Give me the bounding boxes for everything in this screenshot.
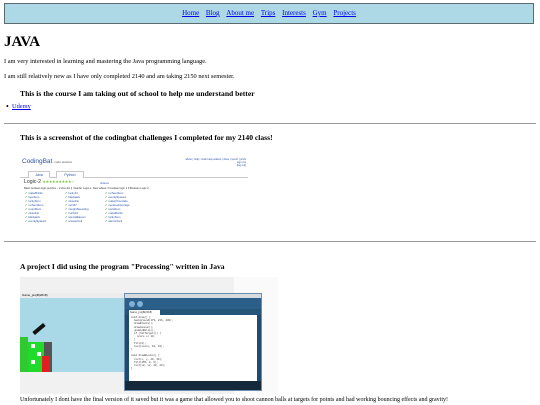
intro-paragraph: I am very interested in learning and mas… (4, 58, 207, 65)
stop-icon[interactable] (137, 300, 143, 307)
tab-python: Python (56, 171, 84, 178)
run-icon[interactable] (129, 300, 135, 307)
codingbat-tabs: Java Python (20, 170, 248, 178)
ide-console (125, 381, 261, 390)
level-stars: ★★★★★★★★★☆ (42, 179, 75, 184)
codingbat-screenshot: CodingBat code practice about | help | co… (20, 157, 248, 239)
divider (4, 123, 536, 124)
cannon-icon (32, 322, 46, 336)
nav-blog-link[interactable]: Blog (206, 9, 220, 17)
nav-interests-link[interactable]: Interests (282, 9, 306, 17)
processing-ide-window: Game_projB(2018) void draw() { backgroun… (124, 293, 262, 391)
problem-grid: makeBrickslucky13noTeenSumloneSumblackja… (25, 191, 145, 223)
intro-paragraph-2: I am still relatively new as I have only… (4, 73, 235, 80)
level-heading: Logic-2 ★★★★★★★★★☆ (24, 179, 75, 185)
ide-toolbar (125, 298, 261, 309)
problem-link: alarmClock (105, 219, 145, 223)
problem-link: answerCell (65, 219, 105, 223)
course-heading: This is the course I am taking out of sc… (20, 89, 255, 98)
problem-link: evenlySpaced (25, 219, 65, 223)
project-caption: Unfortunately I dont have the final vers… (20, 397, 449, 403)
top-navigation: Home Blog About me Trips Interests Gym P… (4, 3, 534, 24)
divider (4, 241, 536, 242)
code-editor[interactable]: void draw() { background(173, 216, 230);… (129, 315, 257, 381)
nav-gym-link[interactable]: Gym (313, 9, 327, 17)
processing-heading: A project I did using the program "Proce… (20, 262, 225, 271)
target-block (31, 344, 35, 348)
target-block (37, 352, 41, 356)
codingbat-top-links: about | help | code help+videos | done |… (185, 158, 246, 168)
level-description: Basic boolean logic puzzles -- if else &… (24, 187, 149, 190)
done-link: chance (100, 181, 110, 185)
nav-trips-link[interactable]: Trips (261, 9, 276, 17)
red-block (42, 356, 50, 372)
nav-home-link[interactable]: Home (182, 9, 199, 17)
processing-screenshot: Game_projB(2018) Points: 10 Game_projB(2… (20, 277, 278, 394)
page-title: JAVA (4, 34, 41, 50)
green-block (20, 337, 28, 372)
codingbat-logo: CodingBat code practice (22, 158, 73, 165)
sketch-code: void draw() { background(173, 216, 230);… (131, 316, 174, 371)
target-block (31, 360, 35, 364)
udemy-link[interactable]: Udemy (12, 103, 31, 110)
tab-java: Java (28, 171, 50, 178)
course-list-item: Udemy (6, 102, 31, 111)
nav-projects-link[interactable]: Projects (333, 9, 356, 17)
codingbat-heading: This is a screenshot of the codingbat ch… (20, 133, 273, 142)
nav-about-link[interactable]: About me (226, 9, 254, 17)
